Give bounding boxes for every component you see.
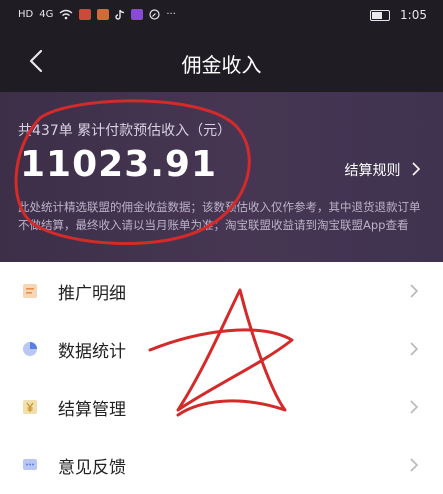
chevron-right-icon (410, 284, 419, 298)
signal-icon: 4G (39, 9, 54, 20)
menu-item-label: 结算管理 (58, 400, 126, 420)
list-icon (23, 284, 37, 298)
more-indicator: ··· (166, 9, 176, 20)
yuan-icon (23, 400, 37, 414)
chevron-right-icon (412, 162, 421, 176)
menu-list: 推广明细 数据统计 结算管理 意见反馈 (0, 262, 443, 494)
settlement-rules-link[interactable]: 结算规则 (345, 160, 421, 180)
estimated-income-amount: 11023.91 (20, 144, 218, 185)
menu-item-promotion-details[interactable]: 推广明细 (0, 262, 443, 320)
app-notification-icon (79, 9, 92, 20)
navigation-bar: 佣金收入 (0, 32, 443, 92)
battery-icon (370, 9, 391, 21)
app-notification-icon (131, 9, 144, 20)
menu-item-label: 数据统计 (58, 342, 126, 362)
pie-chart-icon (23, 342, 37, 356)
settlement-rules-label: 结算规则 (344, 163, 401, 179)
menu-item-feedback[interactable]: 意见反馈 (0, 436, 443, 494)
menu-item-data-statistics[interactable]: 数据统计 (0, 320, 443, 378)
income-disclaimer-text: 此处统计精选联盟的佣金收益数据；该数预估收入仅作参考，其中退货退款订单不做结算，… (18, 200, 421, 232)
order-summary-text: 共437单 累计付款预估收入（元） (18, 123, 232, 139)
chevron-right-icon (410, 400, 419, 414)
network-type-indicator: HD (18, 9, 34, 20)
status-time: 1:05 (400, 8, 427, 22)
tiktok-icon (115, 9, 125, 20)
chevron-right-icon (410, 342, 419, 356)
wifi-icon (59, 9, 73, 20)
page-title: 佣金收入 (181, 53, 262, 77)
app-notification-icon (97, 9, 110, 20)
chevron-right-icon (410, 458, 419, 472)
menu-item-label: 推广明细 (58, 284, 126, 304)
menu-item-label: 意见反馈 (58, 458, 126, 478)
chat-icon (23, 459, 37, 470)
status-bar: HD 4G ··· 1:05 (0, 0, 443, 32)
menu-item-settlement-management[interactable]: 结算管理 (0, 378, 443, 436)
compass-icon (149, 9, 160, 20)
income-summary-panel: 共437单 累计付款预估收入（元） 11023.91 结算规则 此处统计精选联盟… (0, 92, 443, 262)
